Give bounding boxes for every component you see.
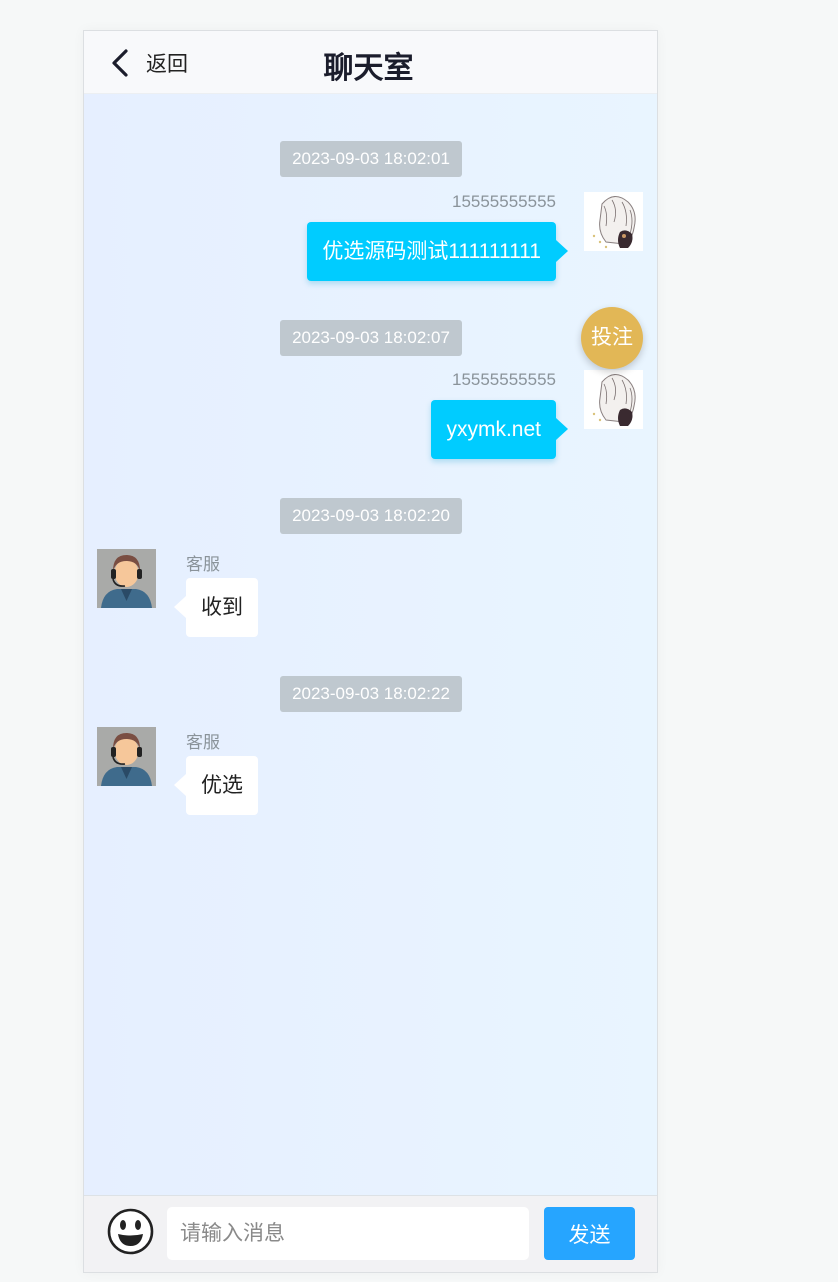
customer-service-agent-icon <box>97 549 156 608</box>
message-input[interactable] <box>167 1207 529 1260</box>
sender-name: 客服 <box>186 555 220 574</box>
sender-name: 15555555555 <box>451 370 556 389</box>
message-bubble-mine[interactable]: yxymk.net <box>431 400 568 459</box>
send-button[interactable]: 发送 <box>544 1207 635 1260</box>
smiley-face-icon <box>107 1208 154 1255</box>
message-bubble-mine[interactable]: 优选源码测试111111111 <box>307 222 568 281</box>
bet-floating-button[interactable]: 投注 <box>581 307 643 369</box>
support-avatar[interactable] <box>97 549 156 608</box>
chat-window: 返回 聊天室 2023-09-03 18:02:01 15555555555 优… <box>83 30 658 1273</box>
message-bubble-theirs[interactable]: 收到 <box>174 578 258 637</box>
anime-girl-avatar-icon <box>584 192 643 251</box>
header-bar: 返回 聊天室 <box>84 31 657 94</box>
support-avatar[interactable] <box>97 727 156 786</box>
message-timestamp: 2023-09-03 18:02:07 <box>280 320 462 356</box>
message-timestamp: 2023-09-03 18:02:20 <box>280 498 462 534</box>
input-bar: 发送 <box>84 1195 657 1272</box>
message-timestamp: 2023-09-03 18:02:22 <box>280 676 462 712</box>
page-title: 聊天室 <box>323 52 414 85</box>
sender-name: 15555555555 <box>451 192 556 211</box>
anime-girl-avatar-icon <box>584 370 643 429</box>
message-bubble-theirs[interactable]: 优选 <box>174 756 258 815</box>
sender-name: 客服 <box>186 733 220 752</box>
emoji-button[interactable] <box>107 1208 154 1255</box>
customer-service-agent-icon <box>97 727 156 786</box>
user-avatar[interactable] <box>584 370 643 429</box>
user-avatar[interactable] <box>584 192 643 251</box>
message-timestamp: 2023-09-03 18:02:01 <box>280 141 462 177</box>
